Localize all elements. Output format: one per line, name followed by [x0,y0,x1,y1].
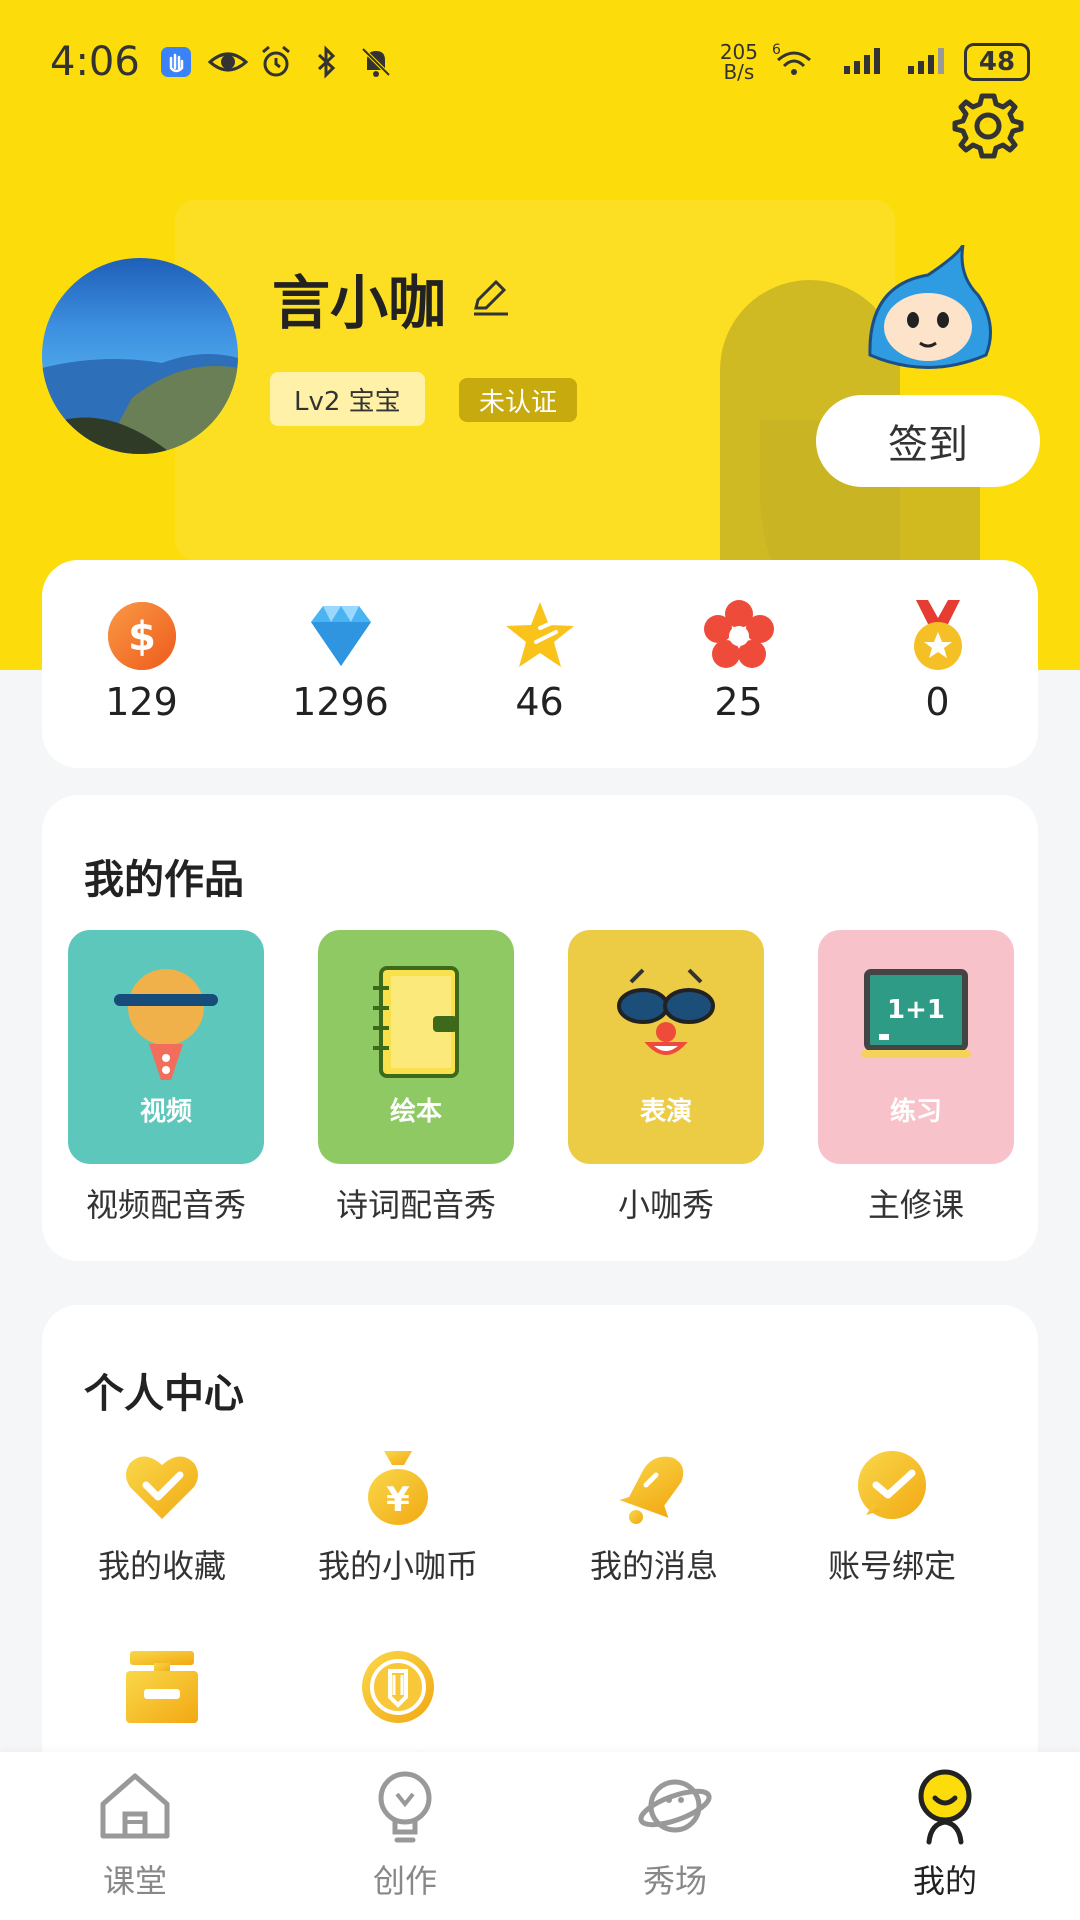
settings-button[interactable] [952,90,1024,162]
stat-diamonds[interactable]: 1296 [241,598,440,768]
work-item-xiaoka-show[interactable]: 表演 小咖秀 [568,930,764,1226]
work-tile[interactable]: 绘本 [318,930,514,1164]
works-list: 视频 视频配音秀 绘本 诗词配音秀 表演 小咖秀 1+1 练习 主修课 [68,930,1014,1226]
stat-stars[interactable]: 46 [440,598,639,768]
center-item-coins[interactable]: ¥ 我的小咖币 [298,1445,498,1587]
work-name: 视频配音秀 [85,1186,246,1224]
blackboard-icon: 1+1 [861,969,971,1058]
section-title: 个人中心 [84,1371,244,1417]
status-time: 4:06 [50,39,140,85]
certification-badge[interactable]: 未认证 [459,378,578,422]
username: 言小咖 [272,256,512,340]
work-tile[interactable]: 表演 [568,930,764,1164]
center-item-messages[interactable]: 我的消息 [554,1445,754,1587]
battery-indicator: 48 [964,43,1030,81]
network-generation: 6 [772,42,781,58]
stat-value: 1296 [292,680,389,724]
home-icon [100,1773,170,1839]
center-item-label: 账号绑定 [827,1547,956,1585]
medal-icon [913,600,962,670]
center-item-favorites[interactable]: 我的收藏 [62,1445,262,1587]
nav-label: 秀场 [642,1862,707,1900]
notebook-icon [373,966,459,1078]
work-tile-label: 表演 [639,1097,692,1127]
nav-tab-showcase[interactable]: 秀场 [540,1752,810,1920]
alarm-icon [258,44,294,80]
nav-tab-mine[interactable]: 我的 [810,1752,1080,1920]
stat-coins[interactable]: $ 129 [42,598,241,768]
coin-icon: $ [107,602,176,670]
username-text: 言小咖 [272,269,447,337]
diamond-icon [310,606,371,666]
center-item-label: 我的小咖币 [317,1547,478,1585]
nav-label: 课堂 [102,1862,167,1900]
work-item-poem-dubbing[interactable]: 绘本 诗词配音秀 [318,930,514,1226]
stat-flowers[interactable]: 25 [639,598,838,768]
section-title: 我的作品 [84,857,244,903]
avatar[interactable] [42,258,238,454]
mute-icon [358,44,394,80]
network-speed-value: 205 [719,40,758,64]
nav-label: 创作 [372,1862,437,1900]
lightbulb-icon [378,1771,432,1843]
stat-value: 25 [714,680,763,724]
work-name: 诗词配音秀 [335,1186,496,1224]
heart-check-icon [126,1456,198,1519]
checkin-button[interactable]: 签到 [816,395,1040,487]
nav-tab-create[interactable]: 创作 [270,1752,540,1920]
work-tile[interactable]: 视频 [68,930,264,1164]
status-bar: 4:06 205 B/s 6 48 [0,30,1080,94]
bottom-navigation: 课堂 创作 秀场 我的 [0,1752,1080,1920]
bell-icon [619,1456,684,1524]
network-speed-unit: B/s [723,60,755,84]
center-item-account-binding[interactable]: 账号绑定 [792,1445,992,1587]
bluetooth-icon [308,44,344,80]
svg-text:¥: ¥ [386,1480,410,1520]
app-notification-icon [158,44,194,80]
level-badge: Lv2 宝宝 [270,372,425,426]
center-item-label: 我的消息 [589,1547,718,1585]
gear-icon [952,93,1024,159]
stat-value: 0 [925,680,950,724]
signal-icon-2 [904,42,950,82]
wifi-icon: 6 [772,42,816,82]
check-bubble-icon [858,1451,926,1519]
nav-tab-classroom[interactable]: 课堂 [0,1752,270,1920]
stat-value: 129 [105,680,178,724]
avatar-landscape-image [42,354,238,454]
work-name: 主修课 [867,1186,964,1224]
nav-label: 我的 [912,1862,977,1900]
money-bag-icon: ¥ [368,1451,428,1525]
my-works-card: 我的作品 视频 视频配音秀 绘本 诗词配音秀 表演 小咖秀 1+1 练习 主修课 [42,795,1038,1261]
pencil-badge-icon [362,1651,434,1723]
mascot-icon [858,244,998,385]
sunglasses-face-icon [617,968,715,1055]
network-speed: 205 B/s [720,42,758,82]
stat-medals[interactable]: 0 [838,598,1037,768]
work-tile-label: 绘本 [389,1097,442,1127]
microphone-icon [114,969,218,1080]
stats-card: $ 129 1296 46 25 0 [42,560,1038,768]
stat-value: 46 [515,680,564,724]
work-tile[interactable]: 1+1 练习 [818,930,1014,1164]
svg-text:1+1: 1+1 [887,995,945,1025]
star-icon [505,602,574,667]
work-name: 小咖秀 [617,1186,714,1224]
edit-pencil-icon[interactable] [468,264,512,332]
work-item-video-dubbing[interactable]: 视频 视频配音秀 [68,930,264,1226]
work-tile-label: 练习 [889,1097,942,1127]
smiley-person-icon [918,1769,972,1845]
svg-text:$: $ [128,614,156,660]
center-item-label: 我的收藏 [97,1547,226,1585]
planet-icon [638,1779,712,1833]
eye-icon [207,44,249,80]
work-item-main-course[interactable]: 1+1 练习 主修课 [818,930,1014,1226]
flower-icon [703,600,774,668]
work-tile-label: 视频 [139,1097,192,1127]
class-board-icon [126,1651,198,1723]
signal-icon-1 [830,42,890,82]
